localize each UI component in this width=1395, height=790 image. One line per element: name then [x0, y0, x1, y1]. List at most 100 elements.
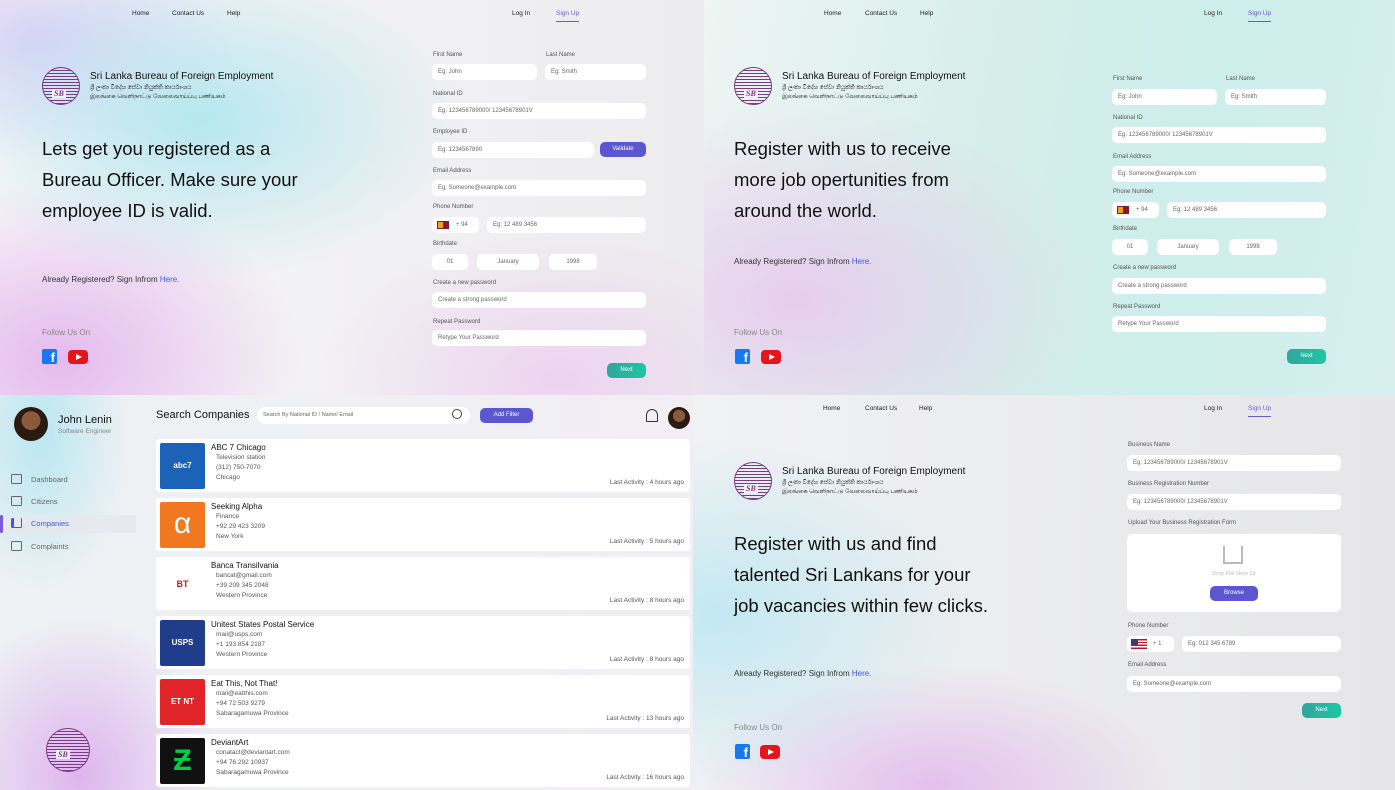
company-card[interactable]: abc7 CHICAGO ABC 7 Chicago Television stat…: [156, 439, 690, 492]
search-icon[interactable]: [452, 409, 462, 419]
file-drop-zone[interactable]: Drop File Here Or Browse: [1127, 534, 1341, 612]
company-phone: +39 209 345 2048: [216, 582, 269, 589]
first-name-label: First Name: [1113, 76, 1143, 82]
nav-contact-link[interactable]: Contact Us: [172, 10, 204, 17]
nav-signup-link[interactable]: Sign Up: [556, 10, 580, 22]
complaint-icon: [11, 541, 22, 551]
company-name: Banca Transilvania: [211, 561, 279, 570]
search-input[interactable]: Search By National ID / Name/ Email: [257, 407, 470, 424]
company-location: Sabaragamuwa Province: [216, 710, 289, 717]
abc7-logo-icon: abc7 CHICAGO: [160, 443, 205, 489]
user-role: Software Engineer: [58, 428, 112, 435]
password-input[interactable]: Create a strong password: [432, 292, 646, 308]
nav-home-link[interactable]: Home: [132, 10, 149, 17]
org-name: Sri Lanka Bureau of Foreign Employment: [782, 466, 966, 477]
repeat-password-input[interactable]: Retype Your Password: [432, 330, 646, 346]
company-name: Seeking Alpha: [211, 502, 263, 511]
nav-signup-link[interactable]: Sign Up: [1248, 405, 1272, 417]
national-id-input[interactable]: Eg: 123456789000/ 12345678901V: [1112, 127, 1326, 143]
country-code-select[interactable]: + 94: [432, 217, 479, 233]
employee-id-input[interactable]: Eg: 1234567890: [432, 142, 594, 158]
next-button[interactable]: Next: [607, 363, 646, 378]
page-headline: Register with us and find talented Sri L…: [734, 533, 988, 616]
nav-contact-link[interactable]: Contact Us: [865, 405, 897, 412]
signin-here-link[interactable]: Here.: [852, 669, 872, 678]
national-id-input[interactable]: Eg: 123456789000/ 12345678901V: [432, 103, 646, 119]
email-input[interactable]: Eg: Someone@example.com: [432, 180, 646, 196]
birth-day-select[interactable]: 01: [1112, 239, 1148, 255]
company-card[interactable]: Ƶ DeviantArt conatact@deviantart.com +94 76…: [156, 734, 690, 787]
youtube-icon[interactable]: [760, 745, 780, 759]
already-registered-text: Already Registered? Sign Infrom Here.: [734, 257, 872, 266]
facebook-icon[interactable]: f: [735, 349, 750, 364]
last-name-input[interactable]: Eg: Smith: [1225, 89, 1326, 105]
user-avatar[interactable]: [14, 407, 48, 441]
email-input[interactable]: Eg: Someone@example.com: [1127, 676, 1341, 692]
nav-contact-link[interactable]: Contact Us: [865, 10, 897, 17]
first-name-input[interactable]: Eg: John: [1112, 89, 1217, 105]
country-code-select[interactable]: + 1: [1127, 636, 1174, 652]
birth-year-select[interactable]: 1998: [549, 254, 597, 270]
email-label: Email Address: [1113, 154, 1152, 160]
nav-home-link[interactable]: Home: [824, 10, 841, 17]
business-reg-input[interactable]: Eg: 123456789000/ 12345678901V: [1127, 494, 1341, 510]
nav-home-link[interactable]: Home: [823, 405, 840, 412]
nav-login-link[interactable]: Log In: [1204, 10, 1222, 17]
last-name-label: Last Name: [546, 52, 576, 58]
birth-year-select[interactable]: 1998: [1229, 239, 1277, 255]
last-activity: Last Activity : 16 hours ago: [606, 774, 684, 781]
bell-icon[interactable]: [646, 409, 658, 422]
company-card[interactable]: USPS Unitest States Postal Service mail@us…: [156, 616, 690, 669]
email-label: Email Address: [1128, 662, 1167, 668]
follow-us-label: Follow Us On: [734, 723, 783, 732]
org-name-tamil: இலங்கை வெளிநாட்டு வேலைவாய்ப்பு பணியகம்: [782, 489, 918, 495]
company-card[interactable]: BT Banca Transilvania bancat@gmail.com +39 …: [156, 557, 690, 610]
next-button[interactable]: Next: [1302, 703, 1341, 718]
birth-day-select[interactable]: 01: [432, 254, 468, 270]
phone-input[interactable]: Eg: 012 345 6789: [1182, 636, 1341, 652]
last-activity: Last Activity : 5 hours ago: [609, 538, 684, 545]
company-phone: +94 76 292 10937: [216, 759, 269, 766]
add-filter-button[interactable]: Add Filter: [480, 408, 533, 423]
phone-input[interactable]: Eg: 12 489 3456: [1167, 202, 1326, 218]
bt-logo-icon: BT: [160, 561, 205, 607]
signin-here-link[interactable]: Here.: [160, 275, 180, 284]
repeat-password-input[interactable]: Retype Your Password: [1112, 316, 1326, 332]
business-name-label: Business Name: [1128, 442, 1171, 448]
youtube-icon[interactable]: [68, 350, 88, 364]
birth-month-select[interactable]: January: [477, 254, 539, 270]
phone-input[interactable]: Eg: 12 489 3456: [487, 217, 646, 233]
facebook-icon[interactable]: f: [42, 349, 57, 364]
company-name: ABC 7 Chicago: [211, 443, 266, 452]
country-code-select[interactable]: + 94: [1112, 202, 1159, 218]
header-avatar[interactable]: [668, 407, 690, 429]
next-button[interactable]: Next: [1287, 349, 1326, 364]
youtube-icon[interactable]: [761, 350, 781, 364]
repeat-password-label: Repeat Password: [433, 319, 481, 325]
follow-us-label: Follow Us On: [734, 328, 783, 337]
birth-month-select[interactable]: January: [1157, 239, 1219, 255]
nav-help-link[interactable]: Help: [920, 10, 933, 17]
upload-icon: [1223, 546, 1243, 564]
company-card[interactable]: ET NT Eat This, Not That! mail@eatthis.com…: [156, 675, 690, 728]
first-name-input[interactable]: Eg: John: [432, 64, 537, 80]
last-name-input[interactable]: Eg: Smith: [545, 64, 646, 80]
nav-signup-link[interactable]: Sign Up: [1248, 10, 1272, 22]
nav-help-link[interactable]: Help: [919, 405, 932, 412]
facebook-icon[interactable]: f: [735, 744, 750, 759]
email-input[interactable]: Eg: Someone@example.com: [1112, 166, 1326, 182]
company-name: DeviantArt: [211, 738, 249, 747]
password-input[interactable]: Create a strong password: [1112, 278, 1326, 294]
nav-help-link[interactable]: Help: [227, 10, 240, 17]
company-phone: +1 193 854 2187: [216, 641, 265, 648]
nav-login-link[interactable]: Log In: [1204, 405, 1222, 412]
company-card[interactable]: α Seeking Alpha Finance +92 29 423 3209 New …: [156, 498, 690, 551]
national-id-label: National ID: [1113, 115, 1143, 121]
nav-login-link[interactable]: Log In: [512, 10, 530, 17]
upload-label: Upload Your Business Registration Form: [1128, 520, 1237, 526]
company-phone: +92 29 423 3209: [216, 523, 265, 530]
signin-here-link[interactable]: Here.: [852, 257, 872, 266]
validate-button[interactable]: Validate: [600, 142, 646, 157]
business-name-input[interactable]: Eg: 123456789000/ 12345678901V: [1127, 455, 1341, 471]
browse-button[interactable]: Browse: [1210, 586, 1258, 601]
